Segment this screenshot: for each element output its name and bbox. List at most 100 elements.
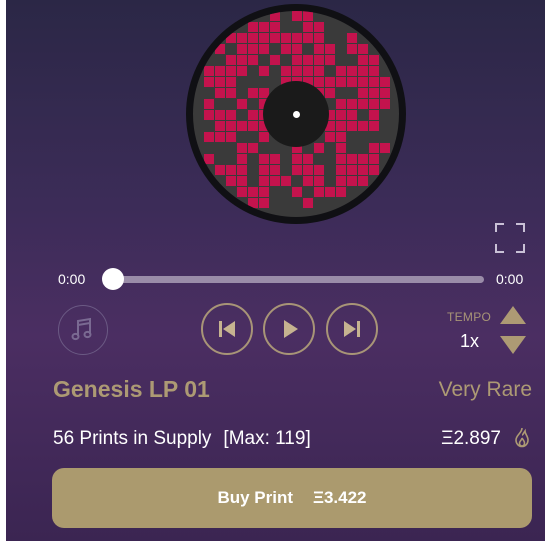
art-pixel	[336, 99, 346, 109]
art-pixel	[259, 66, 269, 76]
buy-price: Ξ3.422	[313, 488, 367, 507]
art-pixel	[215, 77, 225, 87]
art-pixel	[325, 44, 335, 54]
art-pixel	[303, 55, 313, 65]
art-pixel	[259, 33, 269, 43]
art-pixel	[292, 11, 302, 21]
art-pixel	[215, 110, 225, 120]
tempo-label: TEMPO	[447, 310, 492, 324]
art-pixel	[237, 55, 247, 65]
art-pixel	[281, 33, 291, 43]
art-pixel	[303, 154, 313, 164]
fullscreen-icon[interactable]	[494, 222, 526, 254]
current-time: 0:00	[58, 271, 86, 287]
art-pixel	[358, 66, 368, 76]
art-pixel	[347, 99, 357, 109]
progress-track[interactable]	[112, 276, 484, 283]
art-pixel	[226, 176, 236, 186]
rarity-label: Very Rare	[438, 378, 532, 401]
art-pixel	[369, 77, 379, 87]
buy-print-button[interactable]: Buy Print Ξ3.422	[52, 468, 532, 528]
previous-button[interactable]	[201, 303, 253, 355]
art-pixel	[325, 88, 335, 98]
art-pixel	[259, 165, 269, 175]
buy-label: Buy Print	[217, 488, 294, 507]
art-pixel	[314, 22, 324, 32]
art-pixel	[292, 33, 302, 43]
art-pixel	[226, 55, 236, 65]
art-pixel	[369, 99, 379, 109]
art-pixel	[270, 55, 280, 65]
art-pixel	[237, 121, 247, 131]
art-pixel	[336, 187, 346, 197]
play-button[interactable]	[263, 303, 315, 355]
art-pixel	[358, 99, 368, 109]
total-time: 0:00	[496, 271, 524, 287]
art-pixel	[325, 187, 335, 197]
art-pixel	[226, 121, 236, 131]
art-pixel	[336, 165, 346, 175]
art-pixel	[292, 165, 302, 175]
art-pixel	[270, 176, 280, 186]
art-pixel	[336, 66, 346, 76]
art-pixel	[369, 143, 379, 153]
art-pixel	[259, 176, 269, 186]
art-pixel	[314, 66, 324, 76]
art-pixel	[314, 44, 324, 54]
next-button[interactable]	[326, 303, 378, 355]
art-pixel	[259, 44, 269, 54]
art-pixel	[237, 143, 247, 153]
supply-count: 56 Prints in Supply	[53, 428, 212, 449]
art-pixel	[259, 22, 269, 32]
art-pixel	[347, 154, 357, 164]
art-pixel	[281, 176, 291, 186]
art-pixel	[270, 33, 280, 43]
art-pixel	[358, 121, 368, 131]
art-pixel	[237, 154, 247, 164]
art-pixel	[380, 88, 390, 98]
art-pixel	[303, 11, 313, 21]
art-pixel	[259, 154, 269, 164]
art-pixel	[369, 88, 379, 98]
art-pixel	[292, 55, 302, 65]
art-pixel	[215, 66, 225, 76]
art-pixel	[248, 110, 258, 120]
art-pixel	[270, 165, 280, 175]
art-pixel	[204, 154, 214, 164]
art-pixel	[358, 88, 368, 98]
art-pixel	[248, 88, 258, 98]
art-pixel	[336, 77, 346, 87]
art-pixel	[380, 143, 390, 153]
art-pixel	[259, 187, 269, 197]
progress-thumb[interactable]	[102, 268, 124, 290]
vinyl-record	[186, 4, 406, 224]
art-pixel	[248, 22, 258, 32]
art-pixel	[347, 165, 357, 175]
record-surface	[193, 11, 399, 217]
art-pixel	[347, 44, 357, 54]
art-pixel	[314, 77, 324, 87]
art-pixel	[314, 33, 324, 43]
art-pixel	[358, 55, 368, 65]
art-pixel	[248, 121, 258, 131]
art-pixel	[369, 154, 379, 164]
art-pixel	[215, 88, 225, 98]
art-pixel	[204, 99, 214, 109]
triangle-up-icon[interactable]	[500, 306, 526, 324]
music-button[interactable]	[58, 305, 108, 355]
art-pixel	[314, 176, 324, 186]
art-pixel	[226, 33, 236, 43]
art-pixel	[369, 66, 379, 76]
art-pixel	[226, 66, 236, 76]
art-pixel	[248, 55, 258, 65]
art-pixel	[358, 44, 368, 54]
art-pixel	[215, 121, 225, 131]
art-pixel	[358, 165, 368, 175]
art-pixel	[281, 66, 291, 76]
triangle-down-icon[interactable]	[500, 336, 526, 354]
art-pixel	[237, 165, 247, 175]
art-pixel	[292, 154, 302, 164]
art-pixel	[303, 165, 313, 175]
art-pixel	[369, 55, 379, 65]
art-pixel	[314, 143, 324, 153]
